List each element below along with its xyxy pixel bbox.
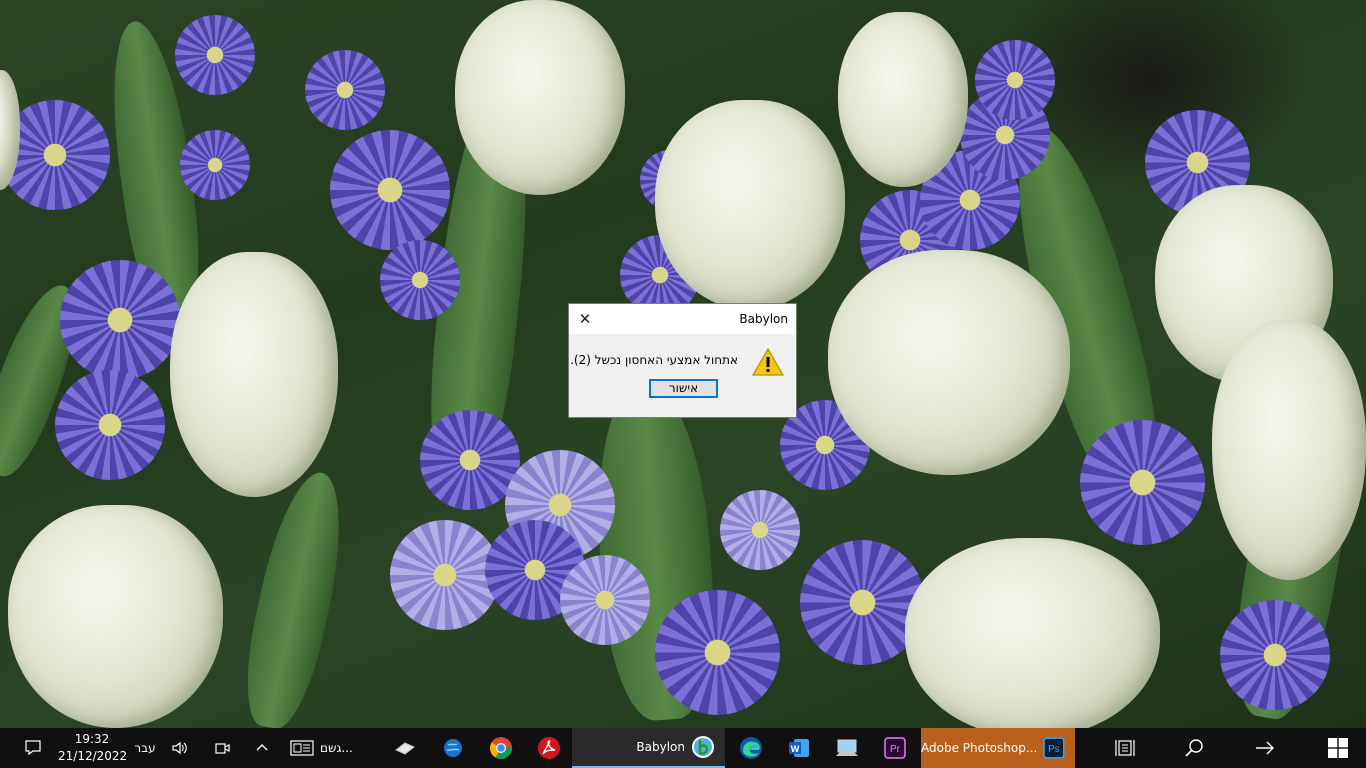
edge-icon[interactable] — [734, 728, 768, 768]
task-view-icon[interactable] — [1108, 728, 1142, 768]
acrobat-icon[interactable] — [532, 728, 566, 768]
babylon-error-dialog: Babylon ✕ אתחול אמצעי האחסון נכשל (2). א… — [568, 303, 797, 418]
chevron-up-icon[interactable] — [248, 728, 276, 768]
dialog-titlebar[interactable]: Babylon ✕ — [569, 304, 796, 334]
wallpaper-flower — [60, 260, 180, 380]
wallpaper-tulip — [170, 252, 338, 497]
wallpaper-flower — [720, 490, 800, 570]
svg-text:W: W — [791, 744, 800, 754]
svg-text:Pr: Pr — [890, 744, 901, 755]
taskbar-app-babylon[interactable]: Babylon — [572, 728, 725, 768]
wallpaper-flower — [1220, 600, 1330, 710]
dialog-message: אתחול אמצעי האחסון נכשל (2). — [570, 353, 738, 367]
wallpaper-tulip — [838, 12, 968, 187]
language-indicator[interactable]: עבר — [128, 728, 162, 768]
wallpaper-tulip — [8, 505, 223, 728]
wallpaper-flower — [305, 50, 385, 130]
globe-icon[interactable] — [436, 728, 470, 768]
wallpaper-flower — [380, 240, 460, 320]
clock-date: 21/12/2022 — [58, 749, 128, 763]
arrow-icon[interactable] — [1248, 728, 1282, 768]
wallpaper-flower — [975, 40, 1055, 120]
taskbar: 19:32 21/12/2022 עבר גשם... Babylon W Pr… — [0, 728, 1366, 768]
news-label: גשם... — [320, 741, 353, 755]
wallpaper-flower — [55, 370, 165, 480]
computer-icon[interactable] — [830, 728, 864, 768]
dialog-title: Babylon — [739, 312, 788, 326]
volume-icon[interactable] — [166, 728, 194, 768]
news-icon — [290, 740, 314, 756]
wallpaper-tulip — [455, 0, 625, 195]
premiere-icon[interactable]: Pr — [878, 728, 912, 768]
close-icon[interactable]: ✕ — [575, 309, 595, 329]
babylon-icon — [692, 736, 714, 758]
wallpaper-tulip — [828, 250, 1070, 475]
wallpaper-leaf — [233, 465, 357, 728]
wallpaper-tulip — [1212, 320, 1366, 580]
taskbar-app-label: Adobe Photoshop... — [921, 741, 1038, 755]
svg-text:Ps: Ps — [1048, 744, 1060, 755]
wallpaper-flower — [330, 130, 450, 250]
photoshop-icon: Ps — [1043, 737, 1065, 759]
wallpaper-flower — [1080, 420, 1205, 545]
search-icon[interactable] — [1177, 728, 1211, 768]
notification-icon[interactable] — [18, 728, 48, 768]
news-widget[interactable]: גשם... — [290, 728, 370, 768]
chrome-icon[interactable] — [484, 728, 518, 768]
taskbar-app-photoshop[interactable]: Adobe Photoshop... Ps — [921, 728, 1075, 768]
language-label: עבר — [134, 741, 156, 755]
wallpaper-tulip — [905, 538, 1160, 728]
wallpaper-flower — [180, 130, 250, 200]
warning-icon — [752, 348, 784, 376]
eraser-icon[interactable] — [388, 728, 422, 768]
wallpaper-tulip — [655, 100, 845, 310]
clock-time: 19:32 — [74, 732, 110, 746]
wallpaper-flower — [390, 520, 500, 630]
windows-start-icon[interactable] — [1320, 728, 1356, 768]
taskbar-app-label: Babylon — [636, 740, 685, 754]
ok-button[interactable]: אישור — [649, 379, 718, 398]
word-icon[interactable]: W — [782, 728, 816, 768]
wallpaper-flower — [655, 590, 780, 715]
wallpaper-flower — [175, 15, 255, 95]
meet-now-icon[interactable] — [208, 728, 236, 768]
clock[interactable]: 19:32 21/12/2022 — [58, 731, 128, 765]
wallpaper-flower — [560, 555, 650, 645]
